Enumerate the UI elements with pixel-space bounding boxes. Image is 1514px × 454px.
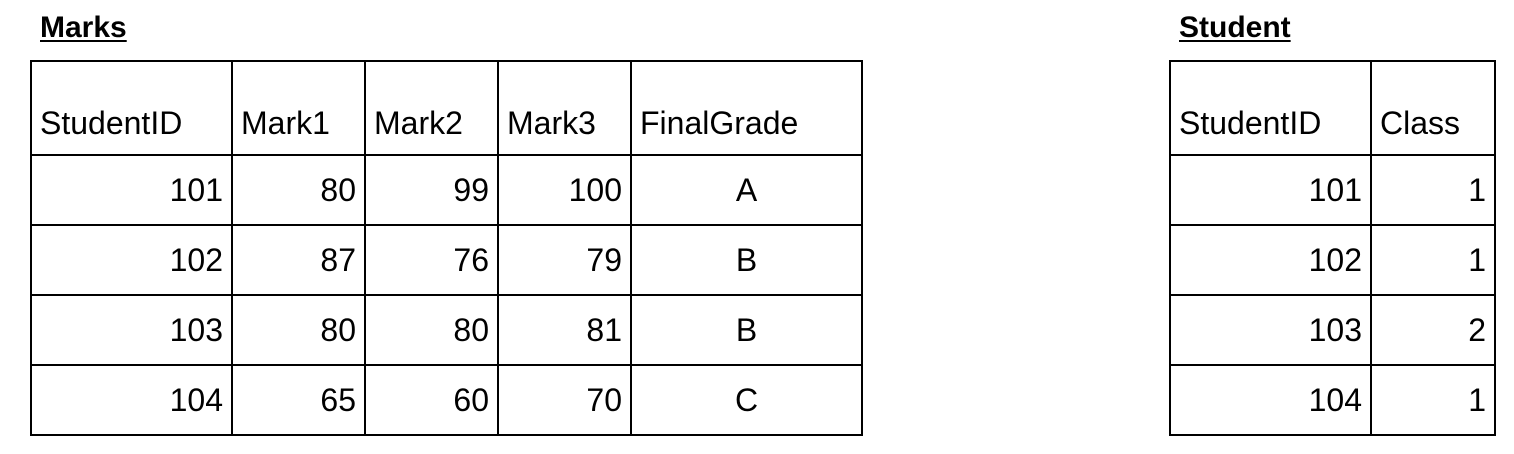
marks-cell-finalgrade: A [630, 154, 863, 226]
marks-cell-finalgrade: B [630, 294, 863, 366]
marks-cell-finalgrade: B [630, 224, 863, 296]
student-cell-class: 2 [1370, 294, 1496, 366]
marks-cell-mark1: 65 [231, 364, 366, 436]
marks-table: StudentID Mark1 Mark2 Mark3 FinalGrade 1… [30, 60, 863, 436]
table-row: 103 80 80 81 B [30, 294, 863, 366]
student-cell-studentid: 101 [1169, 154, 1372, 226]
marks-cell-mark1: 80 [231, 154, 366, 226]
student-table-title: Student [1179, 11, 1291, 44]
student-cell-studentid: 103 [1169, 294, 1372, 366]
marks-cell-mark1: 87 [231, 224, 366, 296]
marks-cell-finalgrade: C [630, 364, 863, 436]
marks-header-finalgrade: FinalGrade [630, 60, 863, 156]
table-row: 104 1 [1169, 364, 1496, 436]
table-row: 104 65 60 70 C [30, 364, 863, 436]
marks-table-title: Marks [40, 11, 127, 44]
marks-header-row: StudentID Mark1 Mark2 Mark3 FinalGrade [30, 60, 863, 156]
marks-cell-mark2: 80 [364, 294, 499, 366]
marks-cell-mark1: 80 [231, 294, 366, 366]
table-row: 102 1 [1169, 224, 1496, 296]
table-row: 101 80 99 100 A [30, 154, 863, 226]
student-header-row: StudentID Class [1169, 60, 1496, 156]
marks-cell-mark3: 70 [497, 364, 632, 436]
marks-cell-studentid: 101 [30, 154, 233, 226]
marks-header-mark1: Mark1 [231, 60, 366, 156]
marks-cell-mark3: 81 [497, 294, 632, 366]
table-row: 102 87 76 79 B [30, 224, 863, 296]
marks-cell-mark2: 76 [364, 224, 499, 296]
marks-cell-mark2: 99 [364, 154, 499, 226]
marks-header-mark2: Mark2 [364, 60, 499, 156]
marks-cell-studentid: 102 [30, 224, 233, 296]
student-table: StudentID Class 101 1 102 1 103 2 104 1 [1169, 60, 1496, 436]
marks-cell-studentid: 104 [30, 364, 233, 436]
marks-header-mark3: Mark3 [497, 60, 632, 156]
student-header-class: Class [1370, 60, 1496, 156]
student-cell-studentid: 102 [1169, 224, 1372, 296]
table-row: 103 2 [1169, 294, 1496, 366]
student-header-studentid: StudentID [1169, 60, 1372, 156]
marks-cell-mark3: 79 [497, 224, 632, 296]
student-cell-class: 1 [1370, 154, 1496, 226]
marks-cell-mark2: 60 [364, 364, 499, 436]
student-cell-studentid: 104 [1169, 364, 1372, 436]
marks-cell-mark3: 100 [497, 154, 632, 226]
marks-header-studentid: StudentID [30, 60, 233, 156]
table-row: 101 1 [1169, 154, 1496, 226]
student-cell-class: 1 [1370, 364, 1496, 436]
student-cell-class: 1 [1370, 224, 1496, 296]
marks-cell-studentid: 103 [30, 294, 233, 366]
